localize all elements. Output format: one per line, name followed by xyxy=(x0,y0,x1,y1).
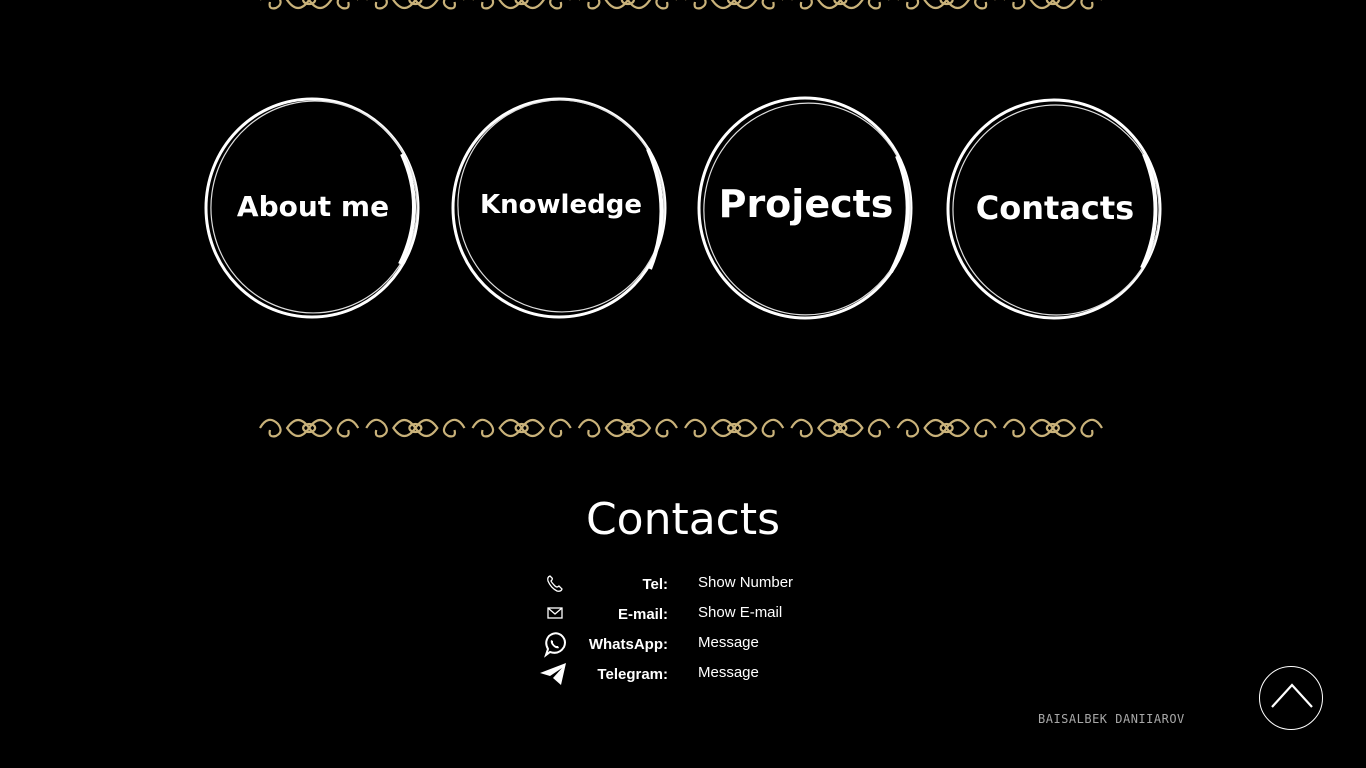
contact-row-email: E-mail: Show E-mail xyxy=(532,600,852,628)
contact-label: Tel: xyxy=(642,576,668,593)
contact-label: E-mail: xyxy=(617,606,668,623)
ornament-scroll xyxy=(1029,418,1077,438)
ornament-scroll xyxy=(471,418,495,438)
chevron-up-icon xyxy=(1271,683,1313,708)
nav-label: Knowledge xyxy=(480,190,642,220)
telegram-icon xyxy=(540,663,566,685)
ornament-scroll xyxy=(896,418,920,438)
ornament-scroll xyxy=(684,418,707,438)
mail-icon xyxy=(547,607,563,619)
ornament-scroll xyxy=(259,418,282,438)
nav-label: Contacts xyxy=(975,189,1135,227)
contact-label: Telegram: xyxy=(597,666,668,683)
ornament-scroll xyxy=(260,0,282,10)
ornament-scroll xyxy=(1002,418,1026,438)
show-email-link[interactable]: Show E-mail xyxy=(698,604,782,621)
ornament-scroll xyxy=(791,0,813,10)
nav-label: Projects xyxy=(718,182,894,226)
ornament-scroll xyxy=(790,418,813,438)
ornament-scroll xyxy=(1080,0,1102,10)
ornament-scroll xyxy=(761,418,785,438)
ornament-scroll xyxy=(867,418,891,438)
scroll-to-top-button[interactable] xyxy=(1259,666,1323,730)
nav-about-me-button[interactable]: About me xyxy=(202,94,424,322)
nav-label: About me xyxy=(236,190,390,223)
ornament-scroll xyxy=(655,0,677,10)
ornament-scroll xyxy=(336,418,360,438)
ornament-scroll xyxy=(392,418,439,438)
contact-label: WhatsApp: xyxy=(588,636,668,653)
contact-row-tel: Tel: Show Number xyxy=(532,570,852,598)
ornament-scroll xyxy=(974,418,997,438)
telegram-message-link[interactable]: Message xyxy=(698,664,759,681)
show-number-link[interactable]: Show Number xyxy=(698,574,793,591)
phone-icon xyxy=(547,575,563,592)
ornament-scroll xyxy=(604,418,652,438)
nav-contacts-button[interactable]: Contacts xyxy=(944,96,1166,324)
ornament-scroll xyxy=(685,0,707,10)
ornament-scroll xyxy=(578,0,601,10)
ornament-scroll xyxy=(897,0,920,10)
ornament-scroll xyxy=(336,0,359,10)
ornament-divider xyxy=(259,418,1103,438)
ornament-scroll xyxy=(923,418,970,438)
ornament-scroll xyxy=(710,418,758,438)
contact-row-telegram: Telegram: Message xyxy=(532,660,852,688)
ornament-scroll xyxy=(577,418,601,438)
ornament-scroll xyxy=(549,418,572,438)
whatsapp-icon xyxy=(544,632,566,658)
nav-knowledge-button[interactable]: Knowledge xyxy=(450,94,672,322)
ornament-scroll xyxy=(365,418,388,438)
ornament-scroll xyxy=(442,418,466,438)
ornament-scroll xyxy=(761,0,784,10)
ornament-scroll xyxy=(655,418,678,438)
ornament-scroll xyxy=(472,0,495,10)
ornament-scroll xyxy=(974,0,996,10)
ornament-scroll xyxy=(366,0,388,10)
contacts-heading: Contacts xyxy=(585,494,781,545)
ornament-scroll xyxy=(817,418,864,438)
ornament-scroll xyxy=(285,418,333,438)
contact-row-whatsapp: WhatsApp: Message xyxy=(532,630,852,658)
whatsapp-message-link[interactable]: Message xyxy=(698,634,759,651)
ornament-scroll xyxy=(1080,418,1103,438)
top-ornament-divider xyxy=(260,0,1102,10)
author-signature: BAISALBEK DANIIAROV xyxy=(1038,712,1185,726)
ornament-scroll xyxy=(867,0,890,10)
circle-navigation: About me Knowledge Projects Contacts xyxy=(198,90,1168,322)
ornament-scroll xyxy=(1003,0,1026,10)
ornament-scroll xyxy=(498,418,545,438)
nav-projects-button[interactable]: Projects xyxy=(695,94,917,322)
ornament-scroll xyxy=(442,0,465,10)
page: About me Knowledge Projects Contacts Con… xyxy=(0,0,1366,768)
ornament-scroll xyxy=(549,0,571,10)
